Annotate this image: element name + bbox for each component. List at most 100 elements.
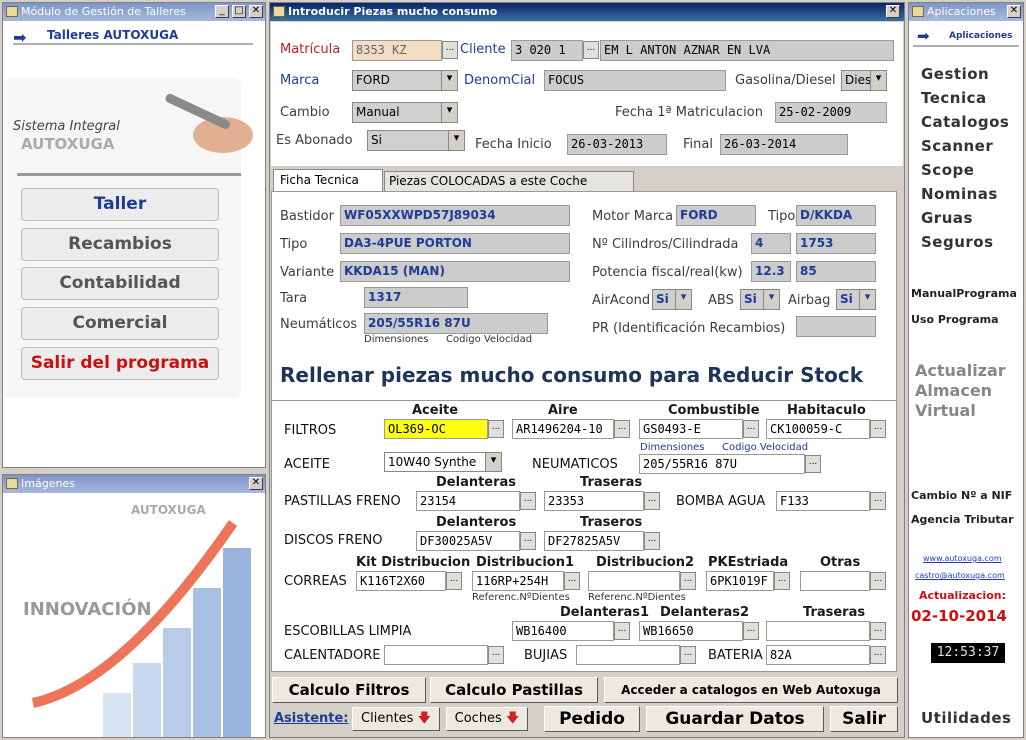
tipo-field[interactable]: DA3-4PUE PORTON <box>340 233 570 254</box>
menu-contabilidad[interactable]: Contabilidad <box>21 267 219 300</box>
aircond-select[interactable]: Si <box>652 289 692 310</box>
email-link[interactable]: castro@autoxuga.com <box>915 571 1005 580</box>
distribucion1-field[interactable]: 116RP+254H <box>472 571 564 591</box>
neumaticos-parts-field[interactable]: 205/55R16 87U <box>639 454 805 474</box>
motor-field[interactable]: FORD <box>676 205 756 226</box>
menu-tecnica[interactable]: Tecnica <box>921 89 987 107</box>
filtro-combustible-lookup[interactable]: ... <box>743 420 759 438</box>
otras-lookup[interactable]: ... <box>870 572 886 590</box>
aceite-select[interactable]: 10W40 Synthe <box>384 452 502 472</box>
escobillas-d1-field[interactable]: WB16400 <box>512 621 614 641</box>
coches-button[interactable]: Coches 🡇 <box>446 707 528 731</box>
potencia-real-field[interactable]: 85 <box>796 261 876 282</box>
tipo2-field[interactable]: D/KKDA <box>796 205 876 226</box>
filtro-aceite-lookup[interactable]: ... <box>488 420 504 438</box>
menu-recambios[interactable]: Recambios <box>21 228 219 261</box>
menu-nominas[interactable]: Nominas <box>921 185 998 203</box>
salir-button[interactable]: Salir <box>830 706 898 732</box>
bujias-field[interactable] <box>576 645 680 665</box>
discos-tras-field[interactable]: DF27825A5V <box>544 531 644 551</box>
airbag-select[interactable]: Si <box>836 289 876 310</box>
cilindrada-field[interactable]: 1753 <box>796 233 876 254</box>
actualizar-almacen-link[interactable]: Actualizar Almacen Virtual <box>915 361 1006 421</box>
close-button[interactable]: ✕ <box>1007 5 1021 18</box>
utilidades-link[interactable]: Utilidades <box>921 709 1011 727</box>
calculo-pastillas-button[interactable]: Calculo Pastillas <box>430 677 598 703</box>
fuel-select[interactable]: Dies <box>841 70 887 91</box>
bateria-lookup[interactable]: ... <box>870 646 886 664</box>
filtro-aire-field[interactable]: AR1496204-10 <box>512 419 614 439</box>
cambio-nif-link[interactable]: Cambio Nº a NIF <box>911 489 1012 502</box>
cambio-select[interactable]: Manual <box>352 102 458 123</box>
kit-field[interactable]: K116T2X60 <box>356 571 446 591</box>
filtro-habitaculo-lookup[interactable]: ... <box>870 420 886 438</box>
escobillas-d2-lookup[interactable]: ... <box>743 622 759 640</box>
menu-gruas[interactable]: Gruas <box>921 209 973 227</box>
menu-comercial[interactable]: Comercial <box>21 307 219 340</box>
menu-catalogos[interactable]: Catalogos <box>921 113 1009 131</box>
fecha1-field[interactable]: 25-02-2009 <box>775 102 887 123</box>
pedido-button[interactable]: Pedido <box>544 706 640 732</box>
escobillas-tras-lookup[interactable]: ... <box>870 622 886 640</box>
bateria-field[interactable]: 82A <box>766 645 870 665</box>
distribucion2-field[interactable] <box>588 571 680 591</box>
menu-seguros[interactable]: Seguros <box>921 233 994 251</box>
filtro-habitaculo-field[interactable]: CK100059-C <box>766 419 870 439</box>
bomba-lookup[interactable]: ... <box>870 492 886 510</box>
close-button[interactable]: ✕ <box>249 5 263 18</box>
bujias-lookup[interactable]: ... <box>680 646 696 664</box>
escobillas-d1-lookup[interactable]: ... <box>614 622 630 640</box>
filtro-combustible-field[interactable]: GS0493-E <box>639 419 743 439</box>
neumaticos-lookup[interactable]: ... <box>805 455 821 473</box>
discos-tras-lookup[interactable]: ... <box>644 532 660 550</box>
menu-salir[interactable]: Salir del programa <box>21 347 219 380</box>
agencia-tributaria-link[interactable]: Agencia Tributar <box>911 513 1014 526</box>
cliente-lookup-button[interactable]: ... <box>583 41 599 59</box>
manual-programa-link[interactable]: ManualPrograma <box>911 287 1017 300</box>
pastillas-tras-field[interactable]: 23353 <box>544 491 644 511</box>
tab-ficha-tecnica[interactable]: Ficha Tecnica <box>273 169 383 191</box>
escobillas-tras-field[interactable] <box>766 621 870 641</box>
menu-scope[interactable]: Scope <box>921 161 974 179</box>
web-link[interactable]: www.autoxuga.com <box>923 554 1002 563</box>
minimize-button[interactable]: _ <box>215 5 229 18</box>
pr-field[interactable] <box>796 316 876 337</box>
pastillas-del-field[interactable]: 23154 <box>416 491 520 511</box>
pkestriada-lookup[interactable]: ... <box>774 572 790 590</box>
maximize-button[interactable]: □ <box>232 5 246 18</box>
kit-lookup[interactable]: ... <box>446 572 462 590</box>
distribucion2-lookup[interactable]: ... <box>680 572 696 590</box>
potencia-fiscal-field[interactable]: 12.3 <box>751 261 791 282</box>
discos-del-field[interactable]: DF30025A5V <box>416 531 520 551</box>
close-button[interactable]: ✕ <box>886 5 900 18</box>
tab-piezas-colocadas[interactable]: Piezas COLOCADAS a este Coche <box>384 171 634 191</box>
bastidor-field[interactable]: WF05XXWPD57J89034 <box>340 205 570 226</box>
guardar-datos-button[interactable]: Guardar Datos <box>646 706 824 732</box>
calentadores-lookup[interactable]: ... <box>488 646 504 664</box>
inicio-field[interactable]: 26-03-2013 <box>567 134 667 155</box>
tara-field[interactable]: 1317 <box>364 287 468 308</box>
filtro-aire-lookup[interactable]: ... <box>614 420 630 438</box>
menu-scanner[interactable]: Scanner <box>921 137 993 155</box>
bomba-field[interactable]: F133 <box>776 491 870 511</box>
cilindros-field[interactable]: 4 <box>751 233 791 254</box>
pkestriada-field[interactable]: 6PK1019F <box>706 571 774 591</box>
marca-select[interactable]: FORD <box>352 70 458 91</box>
matricula-field[interactable]: 8353 KZ <box>352 40 442 61</box>
distribucion1-lookup[interactable]: ... <box>564 572 580 590</box>
cliente-name-field[interactable]: EM L ANTON AZNAR EN LVA <box>600 40 894 61</box>
final-field[interactable]: 26-03-2014 <box>720 134 848 155</box>
calculo-filtros-button[interactable]: Calculo Filtros <box>272 677 426 703</box>
menu-taller[interactable]: Taller <box>21 188 219 221</box>
otras-field[interactable] <box>800 571 870 591</box>
abonado-select[interactable]: Si <box>367 130 465 151</box>
escobillas-d2-field[interactable]: WB16650 <box>639 621 743 641</box>
uso-programa-link[interactable]: Uso Programa <box>911 313 999 326</box>
pastillas-del-lookup[interactable]: ... <box>520 492 536 510</box>
pastillas-tras-lookup[interactable]: ... <box>644 492 660 510</box>
abs-select[interactable]: Si <box>740 289 780 310</box>
menu-gestion[interactable]: Gestion <box>921 65 989 83</box>
close-button[interactable]: ✕ <box>249 477 263 490</box>
matricula-lookup-button[interactable]: ... <box>442 41 458 59</box>
catalogos-web-button[interactable]: Acceder a catalogos en Web Autoxuga <box>604 677 898 703</box>
